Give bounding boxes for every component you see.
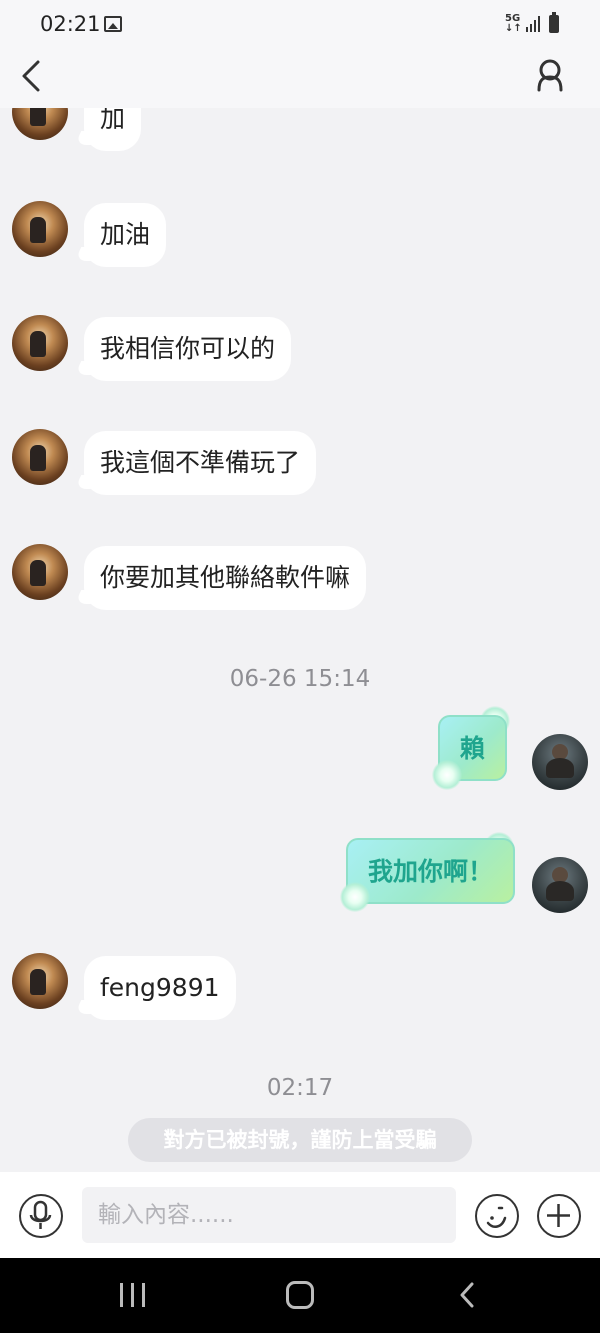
incoming-message: 我相信你可以的 xyxy=(84,317,292,381)
status-time: 02:21 xyxy=(40,12,101,36)
incoming-message: 加 xyxy=(84,108,142,151)
person-icon xyxy=(537,59,563,92)
message-input[interactable] xyxy=(82,1187,456,1243)
add-attachment-button[interactable] xyxy=(537,1194,581,1238)
microphone-icon xyxy=(29,1200,52,1229)
network-activity-arrows: ↓↑ xyxy=(505,23,522,34)
battery-icon xyxy=(549,12,559,33)
chat-area[interactable]: 加 加油 我相信你可以的 我這個不準備玩了 你要加其他聯絡軟件嘛 06-26 1… xyxy=(0,108,600,1172)
signal-icon xyxy=(526,16,542,32)
system-nav-bar xyxy=(0,1258,600,1333)
outgoing-message: 我加你啊！ xyxy=(346,838,516,904)
incoming-message: 我這個不準備玩了 xyxy=(84,431,317,495)
my-avatar[interactable] xyxy=(532,734,588,790)
back-icon xyxy=(460,1282,474,1308)
system-back-button[interactable] xyxy=(456,1282,480,1308)
home-button[interactable] xyxy=(286,1281,314,1309)
chevron-left-icon xyxy=(22,60,40,92)
contact-avatar[interactable] xyxy=(12,108,68,140)
incoming-message: 加油 xyxy=(84,203,167,267)
emoji-button[interactable] xyxy=(475,1194,519,1238)
timestamp: 06-26 15:14 xyxy=(229,666,371,692)
contact-avatar[interactable] xyxy=(12,544,68,600)
incoming-message: feng9891 xyxy=(84,956,236,1020)
voice-input-button[interactable] xyxy=(19,1194,63,1238)
recents-button[interactable] xyxy=(120,1283,146,1307)
chat-header xyxy=(0,52,600,108)
image-notification-icon xyxy=(104,16,122,32)
back-button[interactable] xyxy=(14,56,54,96)
contact-avatar[interactable] xyxy=(12,953,68,1009)
profile-button[interactable] xyxy=(530,56,570,96)
status-bar: 02:21 5G ↓↑ xyxy=(0,0,600,52)
system-notice: 對方已被封號，謹防上當受騙 xyxy=(128,1118,472,1162)
bubble-decoration xyxy=(340,882,370,912)
emoji-icon xyxy=(486,1206,507,1228)
my-avatar[interactable] xyxy=(532,857,588,913)
input-bar xyxy=(0,1172,600,1258)
timestamp: 02:17 xyxy=(266,1075,334,1101)
contact-avatar[interactable] xyxy=(12,315,68,371)
bubble-decoration xyxy=(432,760,462,790)
incoming-message: 你要加其他聯絡軟件嘛 xyxy=(84,546,367,610)
contact-avatar[interactable] xyxy=(12,429,68,485)
contact-avatar[interactable] xyxy=(12,201,68,257)
network-5g-icon: 5G ↓↑ xyxy=(505,14,522,34)
plus-circle-icon xyxy=(547,1204,570,1227)
